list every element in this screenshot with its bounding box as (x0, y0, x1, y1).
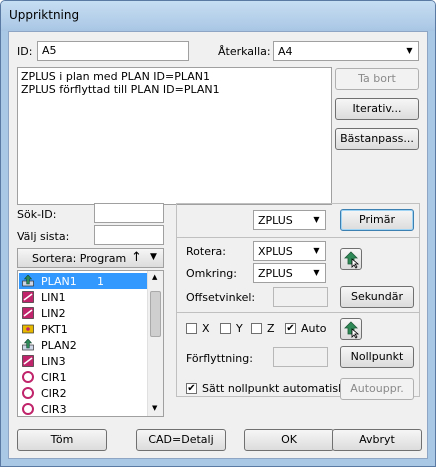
about-axis-value: ZPLUS (258, 267, 293, 280)
feature-list-item[interactable]: CIR2 (19, 385, 149, 401)
auto-label: Auto (301, 322, 327, 335)
plane-arrow-icon (22, 338, 34, 351)
about-label: Omkring: (186, 267, 237, 280)
feature-list-item[interactable]: LIN3 (19, 353, 149, 369)
id-input[interactable]: A5 (37, 41, 189, 61)
about-axis-select[interactable]: ZPLUS ▼ (253, 263, 326, 283)
z-label: Z (267, 322, 275, 335)
rotate-axis-select[interactable]: XPLUS ▼ (253, 241, 326, 261)
chevron-down-icon: ▼ (313, 215, 320, 224)
sort-header[interactable]: Sortera: Program ↑ ▼ (17, 248, 164, 268)
feature-name: PKT1 (41, 323, 68, 336)
window-title: Uppriktning (9, 8, 80, 22)
feature-list-item[interactable]: PLAN2 (19, 337, 149, 353)
feature-name: CIR3 (41, 403, 67, 416)
probe-pick-icon (344, 251, 360, 269)
id-label: ID: (17, 45, 33, 58)
log-line: ZPLUS i plan med PLAN ID=PLAN1 (21, 70, 211, 83)
scroll-thumb[interactable] (150, 291, 161, 337)
auto-origin-label: Sätt nollpunkt automatiskt (202, 382, 349, 395)
origin-button[interactable]: Nollpunkt (340, 346, 414, 368)
feature-name: LIN3 (41, 355, 66, 368)
offset-angle-input[interactable] (273, 287, 328, 307)
title-bar[interactable]: Uppriktning (1, 1, 435, 31)
search-input[interactable] (94, 203, 164, 223)
recall-value: A4 (278, 45, 293, 58)
check-icon: ✔ (187, 383, 196, 394)
primary-axis-select[interactable]: ZPLUS ▼ (253, 210, 326, 230)
circle-icon (22, 403, 34, 415)
circle-icon (22, 387, 34, 399)
cancel-button[interactable]: Avbryt (332, 429, 422, 451)
feature-name: CIR1 (41, 371, 67, 384)
primary-button[interactable]: Primär (340, 209, 414, 231)
feature-list-item[interactable]: CIR1 (19, 369, 149, 385)
bestfit-button[interactable]: Bästanpass... (335, 128, 419, 150)
feature-list-item[interactable]: CIR3 (19, 401, 149, 416)
list-scrollbar[interactable]: ▲ ▼ (147, 271, 163, 416)
alignment-log[interactable]: ZPLUS i plan med PLAN ID=PLAN1 ZPLUS för… (17, 67, 332, 205)
recall-select[interactable]: A4 ▼ (273, 41, 419, 61)
auto-checkbox[interactable]: ✔ (285, 323, 296, 334)
auto-origin-checkbox[interactable]: ✔ (186, 383, 197, 394)
select-last-label: Välj sista: (17, 230, 70, 243)
chevron-down-icon: ▼ (406, 46, 413, 55)
sort-asc-icon[interactable]: ↑ (131, 250, 142, 265)
chevron-down-icon: ▼ (313, 246, 320, 255)
point-icon (22, 323, 34, 335)
probe-pick-icon (344, 321, 360, 339)
rotate-pick-button[interactable] (340, 248, 362, 270)
feature-list-item[interactable]: LIN2 (19, 305, 149, 321)
scroll-up-icon[interactable]: ▲ (152, 273, 157, 281)
line-icon (22, 291, 34, 303)
translation-label: Förflyttning: (186, 352, 253, 365)
autoalign-button[interactable]: Autouppr. (340, 378, 414, 400)
secondary-button[interactable]: Sekundär (340, 286, 414, 308)
feature-list[interactable]: PLAN1 1 LIN1 LIN2 PKT1 PLAN2 LIN3 CIR1 CIR2 CIR3 … (17, 270, 164, 417)
y-label: Y (236, 322, 243, 335)
feature-name: PLAN2 (41, 339, 77, 352)
feature-name: LIN1 (41, 291, 66, 304)
sort-label: Sortera: Program (32, 252, 127, 265)
feature-name: CIR2 (41, 387, 67, 400)
z-checkbox[interactable] (251, 323, 262, 334)
scroll-down-icon[interactable]: ▼ (152, 404, 157, 412)
feature-list-item[interactable]: PKT1 (19, 321, 149, 337)
circle-icon (22, 371, 34, 383)
feature-number: 1 (97, 275, 104, 288)
line-icon (22, 307, 34, 319)
chevron-down-icon: ▼ (313, 268, 320, 277)
cad-equals-part-button[interactable]: CAD=Detalj (136, 429, 226, 451)
log-line: ZPLUS förflyttad till PLAN ID=PLAN1 (21, 83, 220, 96)
alignment-dialog: Uppriktning ID: A5 Återkalla: A4 ▼ ZPLUS… (0, 0, 436, 467)
plane-arrow-icon (22, 274, 34, 287)
clear-button[interactable]: Töm (17, 429, 107, 451)
feature-name: PLAN1 (41, 275, 77, 288)
iterative-button[interactable]: Iterativ... (335, 98, 419, 120)
recall-label: Återkalla: (218, 45, 271, 58)
x-label: X (202, 322, 210, 335)
translation-input[interactable] (273, 347, 328, 367)
remove-button[interactable]: Ta bort (335, 68, 419, 90)
check-icon: ✔ (286, 323, 295, 334)
select-last-input[interactable] (94, 225, 164, 245)
divider (177, 237, 419, 238)
feature-list-item[interactable]: PLAN1 1 (19, 273, 149, 289)
line-icon (22, 355, 34, 367)
origin-pick-button[interactable] (340, 318, 362, 340)
dialog-body: ID: A5 Återkalla: A4 ▼ ZPLUS i plan med … (8, 31, 428, 459)
ok-button[interactable]: OK (244, 429, 334, 451)
search-label: Sök-ID: (17, 208, 57, 221)
rotate-axis-value: XPLUS (258, 245, 293, 258)
primary-axis-value: ZPLUS (258, 214, 293, 227)
divider (177, 312, 419, 313)
feature-name: LIN2 (41, 307, 66, 320)
rotate-label: Rotera: (186, 245, 226, 258)
offset-angle-label: Offsetvinkel: (186, 291, 256, 304)
x-checkbox[interactable] (186, 323, 197, 334)
y-checkbox[interactable] (220, 323, 231, 334)
sort-menu-icon[interactable]: ▼ (150, 252, 157, 262)
feature-list-item[interactable]: LIN1 (19, 289, 149, 305)
